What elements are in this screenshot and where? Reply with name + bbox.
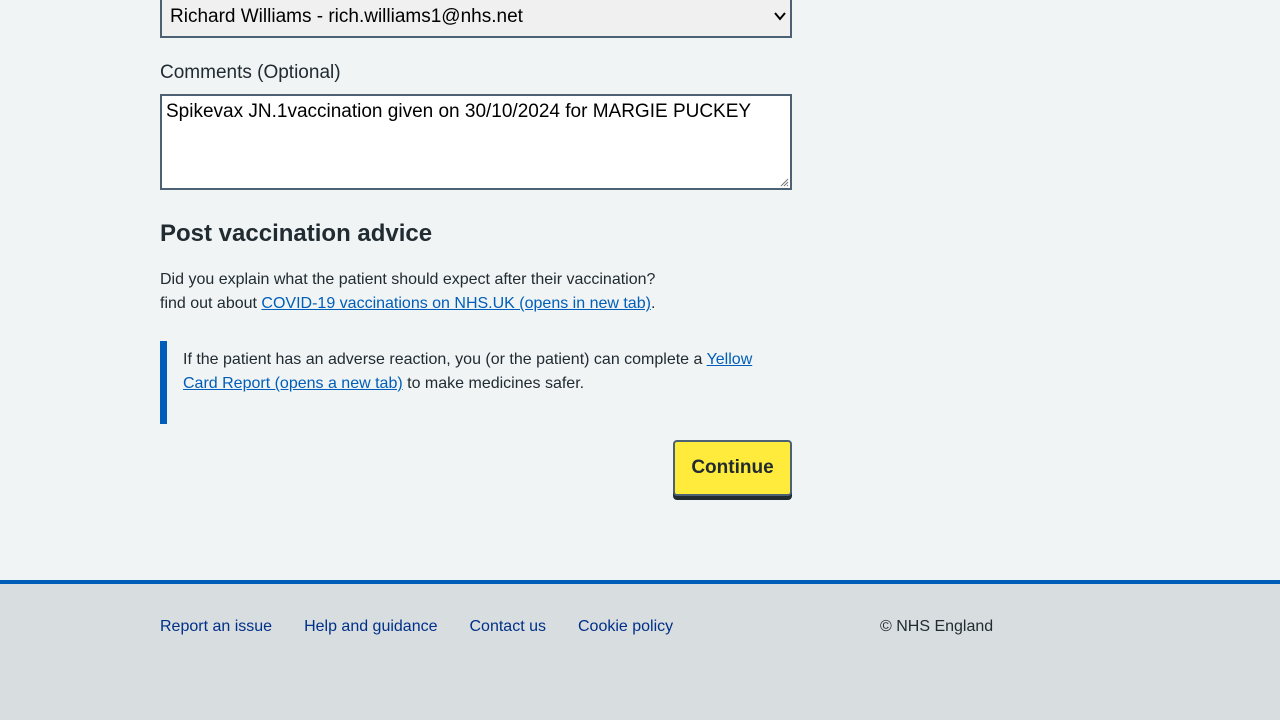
inset-line-1: If the patient has an adverse reaction, … <box>183 348 792 372</box>
footer-link-cookie-policy[interactable]: Cookie policy <box>578 618 673 636</box>
find-out-prefix: find out about <box>160 295 262 312</box>
find-out-suffix: . <box>650 295 656 312</box>
chevron-down-icon <box>774 12 786 21</box>
yellow-card-link-continued[interactable]: Card Report (opens a new tab) <box>183 375 403 392</box>
advice-paragraph: Did you explain what the patient should … <box>160 268 655 316</box>
comments-label: Comments (Optional) <box>160 62 341 83</box>
comments-textarea[interactable]: Spikevax JN.1vaccination given on 30/10/… <box>160 94 792 190</box>
footer-links: Report an issue Help and guidance Contac… <box>160 618 673 636</box>
yellow-card-link[interactable]: Yellow <box>707 351 753 368</box>
footer: Report an issue Help and guidance Contac… <box>0 580 1280 720</box>
post-vaccination-advice-heading: Post vaccination advice <box>160 220 433 247</box>
comments-value: Spikevax JN.1vaccination given on 30/10/… <box>166 101 752 122</box>
footer-link-contact-us[interactable]: Contact us <box>470 618 546 636</box>
inset-suffix: to make medicines safer. <box>407 375 585 392</box>
find-out-line: find out about COVID-19 vaccinations on … <box>160 292 655 316</box>
adverse-reaction-inset: If the patient has an adverse reaction, … <box>160 341 792 424</box>
advice-question: Did you explain what the patient should … <box>160 271 656 288</box>
copyright: © NHS England <box>880 618 994 635</box>
user-select-value: Richard Williams - rich.williams1@nhs.ne… <box>170 6 523 27</box>
footer-link-report-issue[interactable]: Report an issue <box>160 618 272 636</box>
resize-handle-icon[interactable] <box>780 178 789 187</box>
continue-button[interactable]: Continue <box>673 440 792 496</box>
inset-line-2: Card Report (opens a new tab) to make me… <box>183 372 792 396</box>
inset-prefix: If the patient has an adverse reaction, … <box>183 351 707 368</box>
user-select[interactable]: Richard Williams - rich.williams1@nhs.ne… <box>160 0 792 38</box>
covid-vaccinations-link[interactable]: COVID-19 vaccinations on NHS.UK (opens i… <box>261 295 651 312</box>
footer-link-help-guidance[interactable]: Help and guidance <box>304 618 437 636</box>
